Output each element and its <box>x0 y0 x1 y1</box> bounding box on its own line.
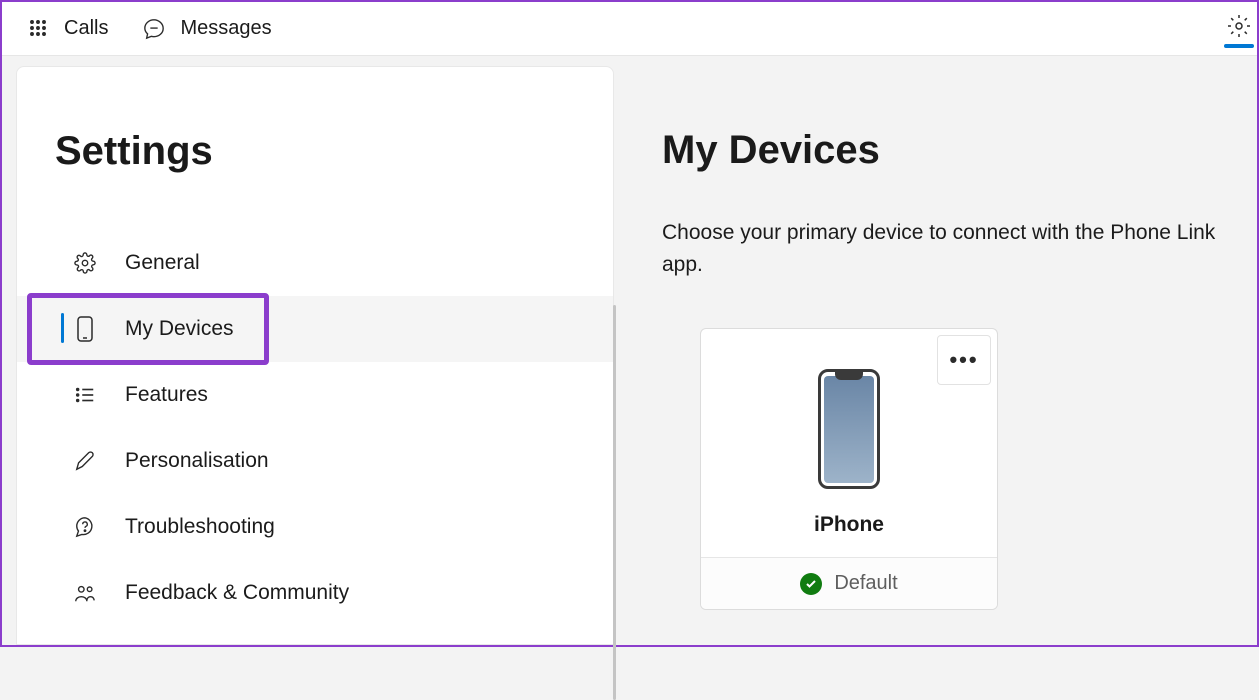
page-description: Choose your primary device to connect wi… <box>662 217 1222 280</box>
page-title: My Devices <box>662 128 1237 173</box>
main-panel: My Devices Choose your primary device to… <box>614 66 1257 645</box>
settings-sidebar: Settings General <box>16 66 614 645</box>
settings-nav-list: General My Devices <box>17 230 613 626</box>
tab-calls-label: Calls <box>64 17 108 40</box>
settings-gear-button[interactable] <box>1225 12 1253 40</box>
sidebar-item-feedback[interactable]: Feedback & Community <box>17 560 613 626</box>
scrollbar[interactable] <box>613 305 616 700</box>
nav-label: Troubleshooting <box>125 515 275 539</box>
tab-messages-label: Messages <box>180 17 271 40</box>
active-tab-indicator <box>1224 44 1254 48</box>
sidebar-item-my-devices[interactable]: My Devices <box>17 296 613 362</box>
people-icon <box>73 581 97 605</box>
pen-icon <box>73 449 97 473</box>
sidebar-item-personalisation[interactable]: Personalisation <box>17 428 613 494</box>
active-indicator <box>61 313 64 343</box>
sidebar-item-troubleshooting[interactable]: Troubleshooting <box>17 494 613 560</box>
device-more-button[interactable]: ••• <box>937 335 991 385</box>
list-icon <box>73 383 97 407</box>
device-card[interactable]: ••• iPhone Default <box>700 328 998 610</box>
nav-label: Personalisation <box>125 449 269 473</box>
gear-icon <box>1227 14 1251 38</box>
dialpad-icon <box>26 17 50 41</box>
nav-label: General <box>125 251 200 275</box>
sidebar-item-general[interactable]: General <box>17 230 613 296</box>
top-bar: Calls Messages <box>2 2 1257 56</box>
sidebar-title: Settings <box>55 129 613 174</box>
nav-label: Features <box>125 383 208 407</box>
nav-label: Feedback & Community <box>125 581 349 605</box>
gear-icon <box>73 251 97 275</box>
device-name: iPhone <box>814 513 884 537</box>
phone-icon <box>73 317 97 341</box>
nav-label: My Devices <box>125 317 234 341</box>
device-status-footer: Default <box>701 557 997 609</box>
message-icon <box>142 17 166 41</box>
tab-messages[interactable]: Messages <box>142 17 271 41</box>
sidebar-item-features[interactable]: Features <box>17 362 613 428</box>
help-bubble-icon <box>73 515 97 539</box>
more-icon: ••• <box>949 347 978 373</box>
device-status-text: Default <box>834 572 897 595</box>
check-circle-icon <box>800 573 822 595</box>
tab-calls[interactable]: Calls <box>26 17 108 41</box>
phone-illustration <box>818 369 880 489</box>
